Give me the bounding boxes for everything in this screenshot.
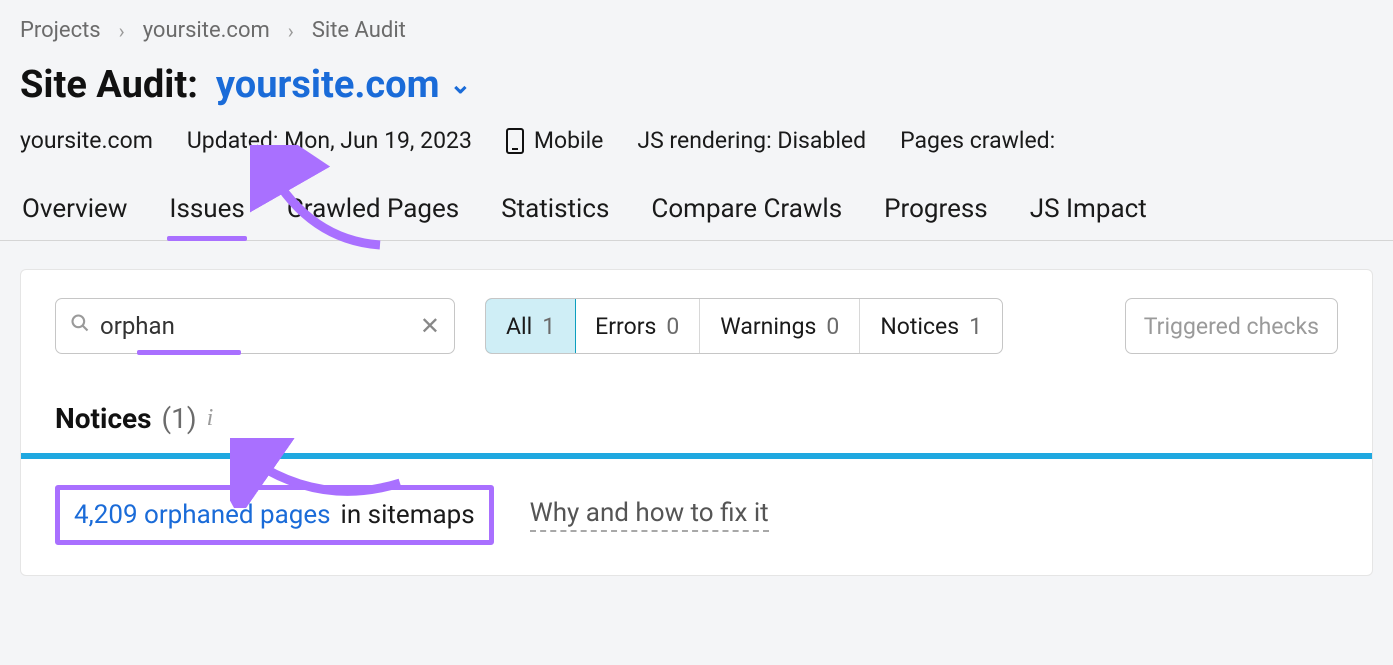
meta-mobile: Mobile — [506, 127, 604, 154]
tab-crawled-pages[interactable]: Crawled Pages — [285, 184, 461, 240]
domain-selector[interactable]: yoursite.com ⌄ — [216, 63, 471, 107]
tab-issues[interactable]: Issues — [167, 184, 246, 240]
filter-row: orphan ✕ All 1 Errors 0 Warnings 0 Notic… — [55, 298, 1338, 354]
filter-all[interactable]: All 1 — [485, 298, 576, 354]
triggered-checks-select[interactable]: Triggered checks — [1125, 298, 1338, 354]
filter-errors-count: 0 — [666, 313, 679, 340]
breadcrumb-domain[interactable]: yoursite.com — [143, 18, 270, 43]
page-title-label: Site Audit: — [20, 63, 198, 107]
filter-all-label: All — [506, 313, 532, 340]
result-row: 4,209 orphaned pages in sitemaps Why and… — [55, 459, 1338, 575]
filter-segment: All 1 Errors 0 Warnings 0 Notices 1 — [485, 298, 1003, 354]
breadcrumb-projects[interactable]: Projects — [20, 18, 101, 43]
clear-icon[interactable]: ✕ — [420, 312, 440, 340]
breadcrumb: Projects › yoursite.com › Site Audit — [0, 0, 1393, 53]
page-title: Site Audit: yoursite.com ⌄ — [0, 53, 1393, 121]
tab-js-impact[interactable]: JS Impact — [1028, 184, 1149, 240]
tab-statistics[interactable]: Statistics — [499, 184, 611, 240]
search-icon — [70, 313, 90, 339]
notices-heading: Notices (1) i — [55, 402, 1338, 435]
filter-warnings-label: Warnings — [720, 313, 816, 340]
annotation-highlight-box: 4,209 orphaned pages in sitemaps — [55, 485, 494, 545]
tab-overview[interactable]: Overview — [20, 184, 129, 240]
chevron-right-icon: › — [288, 19, 294, 43]
result-text: in sitemaps — [341, 500, 475, 530]
filter-notices-count: 1 — [969, 313, 982, 340]
filter-warnings-count: 0 — [826, 313, 839, 340]
annotation-underline — [137, 350, 241, 355]
filter-errors[interactable]: Errors 0 — [575, 299, 700, 353]
tabs: Overview Issues Crawled Pages Statistics… — [0, 184, 1393, 241]
tab-progress[interactable]: Progress — [882, 184, 990, 240]
notices-count: (1) — [162, 402, 197, 435]
meta-updated: Updated: Mon, Jun 19, 2023 — [187, 127, 472, 154]
filter-warnings[interactable]: Warnings 0 — [700, 299, 860, 353]
chevron-right-icon: › — [119, 19, 125, 43]
mobile-icon — [506, 128, 524, 154]
search-value: orphan — [100, 312, 420, 340]
meta-js: JS rendering: Disabled — [637, 127, 866, 154]
tab-compare-crawls[interactable]: Compare Crawls — [649, 184, 844, 240]
filter-notices-label: Notices — [880, 313, 959, 340]
breadcrumb-section[interactable]: Site Audit — [312, 18, 406, 43]
meta-row: yoursite.com Updated: Mon, Jun 19, 2023 … — [0, 121, 1393, 184]
filter-all-count: 1 — [542, 313, 555, 340]
filter-notices[interactable]: Notices 1 — [860, 299, 1002, 353]
domain-name: yoursite.com — [216, 63, 440, 107]
search-input[interactable]: orphan ✕ — [55, 298, 455, 354]
info-icon[interactable]: i — [207, 405, 214, 432]
meta-pages: Pages crawled: — [900, 127, 1055, 154]
issues-panel: orphan ✕ All 1 Errors 0 Warnings 0 Notic… — [20, 269, 1373, 576]
meta-mobile-label: Mobile — [534, 127, 604, 154]
chevron-down-icon: ⌄ — [450, 70, 472, 100]
meta-domain: yoursite.com — [20, 127, 153, 154]
why-fix-link[interactable]: Why and how to fix it — [530, 498, 769, 532]
filter-errors-label: Errors — [595, 313, 656, 340]
result-link[interactable]: 4,209 orphaned pages — [74, 500, 331, 530]
notices-label: Notices — [55, 402, 152, 435]
